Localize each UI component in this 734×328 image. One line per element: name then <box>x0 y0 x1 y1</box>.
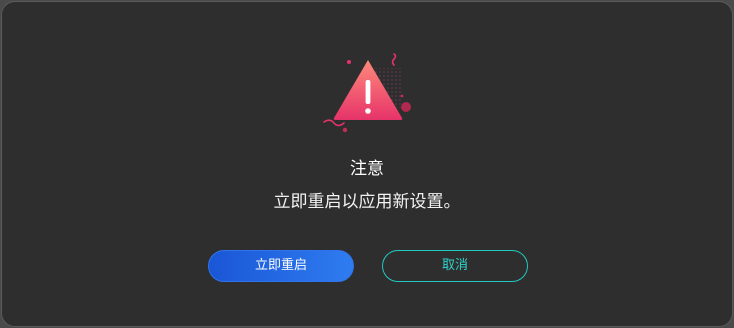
restart-now-button[interactable]: 立即重启 <box>208 250 354 282</box>
dialog-message: 立即重启以应用新设置。 <box>273 192 461 212</box>
cancel-button[interactable]: 取消 <box>382 250 528 282</box>
restart-dialog: 注意 立即重启以应用新设置。 立即重启 取消 <box>1 1 733 327</box>
dialog-title: 注意 <box>350 159 384 179</box>
warning-triangle-icon <box>318 50 418 140</box>
